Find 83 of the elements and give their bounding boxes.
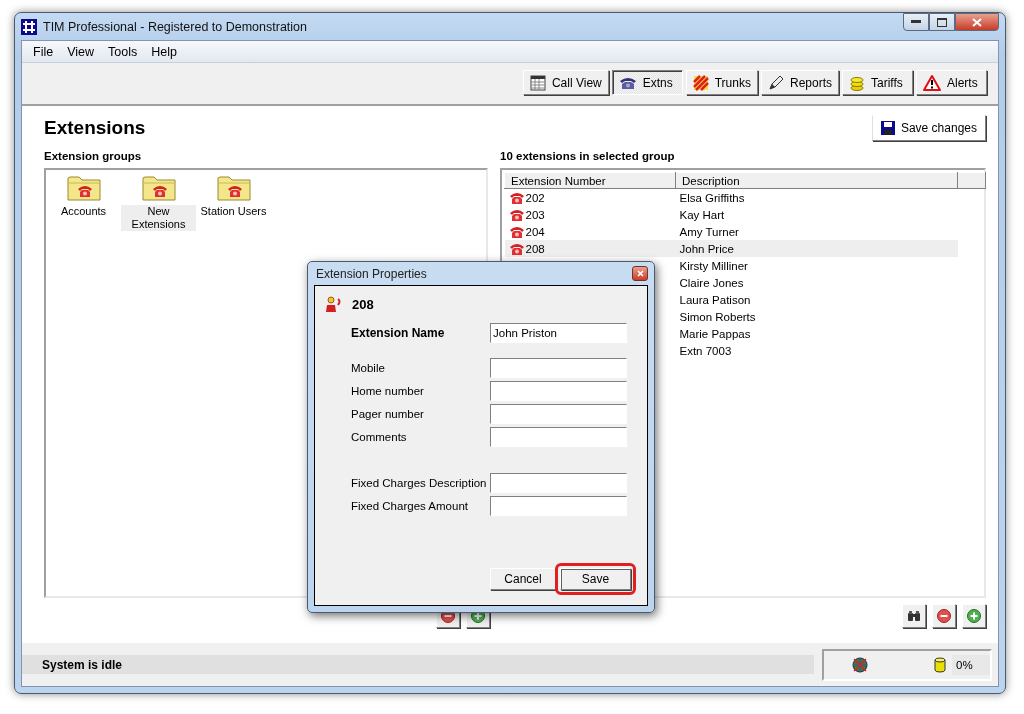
- close-button[interactable]: [632, 266, 648, 281]
- maximize-icon: [937, 17, 947, 27]
- table-cell-text: Laura Patison: [678, 292, 752, 308]
- dialog-title: Extension Properties: [316, 266, 427, 281]
- input-field[interactable]: [490, 403, 627, 424]
- input-field[interactable]: [490, 357, 627, 378]
- grid-icon: [529, 74, 546, 91]
- window-title: TIM Professional - Registered to Demonstration: [43, 19, 307, 34]
- table-cell: Elsa Griffiths: [675, 188, 958, 206]
- minimize-icon: [911, 20, 921, 24]
- plus-icon: [967, 609, 981, 623]
- field-label: Mobile: [351, 361, 386, 374]
- phone-icon: [508, 190, 525, 205]
- table-cell: 204: [525, 225, 545, 238]
- stripes-icon: [692, 74, 709, 91]
- toolbar-button[interactable]: Tariffs: [842, 70, 913, 95]
- phone-icon: [508, 241, 525, 256]
- status-text: System is idle: [22, 655, 814, 674]
- menu-item[interactable]: View: [60, 44, 102, 59]
- section-heading: Extension groups: [44, 149, 143, 164]
- table-cell-text: Extn 7003: [678, 343, 733, 359]
- folder-icon[interactable]: [66, 174, 101, 201]
- pen-icon: [767, 74, 784, 91]
- percent-readout: 0%: [952, 654, 990, 675]
- field-label: Fixed Charges Amount: [351, 499, 469, 512]
- table-cell-text: Marie Pappas: [678, 326, 752, 342]
- phone-icon: [508, 207, 525, 222]
- toolbar-button[interactable]: Extns: [611, 70, 683, 95]
- menu-item[interactable]: File: [26, 44, 61, 59]
- field-label: Extension Name: [351, 325, 446, 340]
- person-phone-icon: [326, 296, 342, 313]
- input-field[interactable]: [490, 495, 627, 516]
- folder-icon[interactable]: [141, 174, 176, 201]
- toolbar-button[interactable]: Reports: [760, 70, 839, 95]
- dialog-button[interactable]: Cancel: [490, 568, 556, 590]
- coins-icon: [849, 74, 865, 91]
- table-cell: Amy Turner: [675, 223, 958, 240]
- field-label: Pager number: [351, 407, 425, 420]
- input-field[interactable]: [490, 472, 627, 493]
- toolbar-button[interactable]: Call View: [522, 70, 609, 95]
- warning-icon: [923, 74, 941, 91]
- close-button[interactable]: [955, 13, 999, 31]
- table-cell-text: Simon Roberts: [678, 309, 757, 325]
- field-label: Comments: [351, 430, 408, 443]
- minus-icon: [937, 609, 951, 623]
- input-field[interactable]: [490, 426, 627, 447]
- table-cell-text: Kay Hart: [678, 207, 726, 223]
- minimize-button[interactable]: [903, 13, 929, 31]
- input-field[interactable]: [490, 380, 627, 401]
- column-header[interactable]: Extension Number: [504, 172, 676, 189]
- binoculars-icon: [907, 610, 921, 622]
- input-field[interactable]: John Priston: [490, 322, 627, 343]
- table-cell: 203: [525, 208, 545, 221]
- table-cell: Kirsty Milliner: [675, 257, 958, 274]
- close-icon: [972, 17, 982, 27]
- table-cell: 208: [525, 242, 545, 255]
- close-icon: [636, 270, 644, 277]
- field-label: Home number: [351, 384, 425, 397]
- maximize-button[interactable]: [929, 13, 955, 31]
- table-cell-text: Claire Jones: [678, 275, 745, 291]
- phone-icon: [618, 75, 637, 90]
- find-button[interactable]: [902, 604, 926, 628]
- folder-icon[interactable]: [216, 174, 251, 201]
- table-cell: 202: [525, 191, 545, 204]
- menu-item[interactable]: Help: [144, 44, 184, 59]
- remove-button[interactable]: [932, 604, 956, 628]
- group-label[interactable]: New Extensions: [121, 205, 196, 231]
- app-logo-icon: [21, 18, 37, 35]
- group-label[interactable]: Accounts: [58, 205, 109, 218]
- toolbar-button[interactable]: Alerts: [916, 70, 987, 95]
- toolbar-button[interactable]: Trunks: [685, 70, 758, 95]
- group-label[interactable]: Station Users: [198, 205, 269, 218]
- section-heading: 10 extensions in selected group: [500, 149, 676, 164]
- database-icon: [934, 656, 946, 673]
- menu-item[interactable]: Tools: [101, 44, 145, 59]
- extension-number: 208: [352, 297, 374, 312]
- save-changes-button[interactable]: Save changes: [871, 115, 986, 141]
- globe-icon: [852, 656, 868, 673]
- field-label: Fixed Charges Description: [351, 476, 488, 489]
- table-cell: John Price: [675, 240, 958, 257]
- page-title: Extensions: [44, 116, 146, 139]
- column-header[interactable]: Description: [675, 172, 958, 189]
- phone-icon: [508, 224, 525, 239]
